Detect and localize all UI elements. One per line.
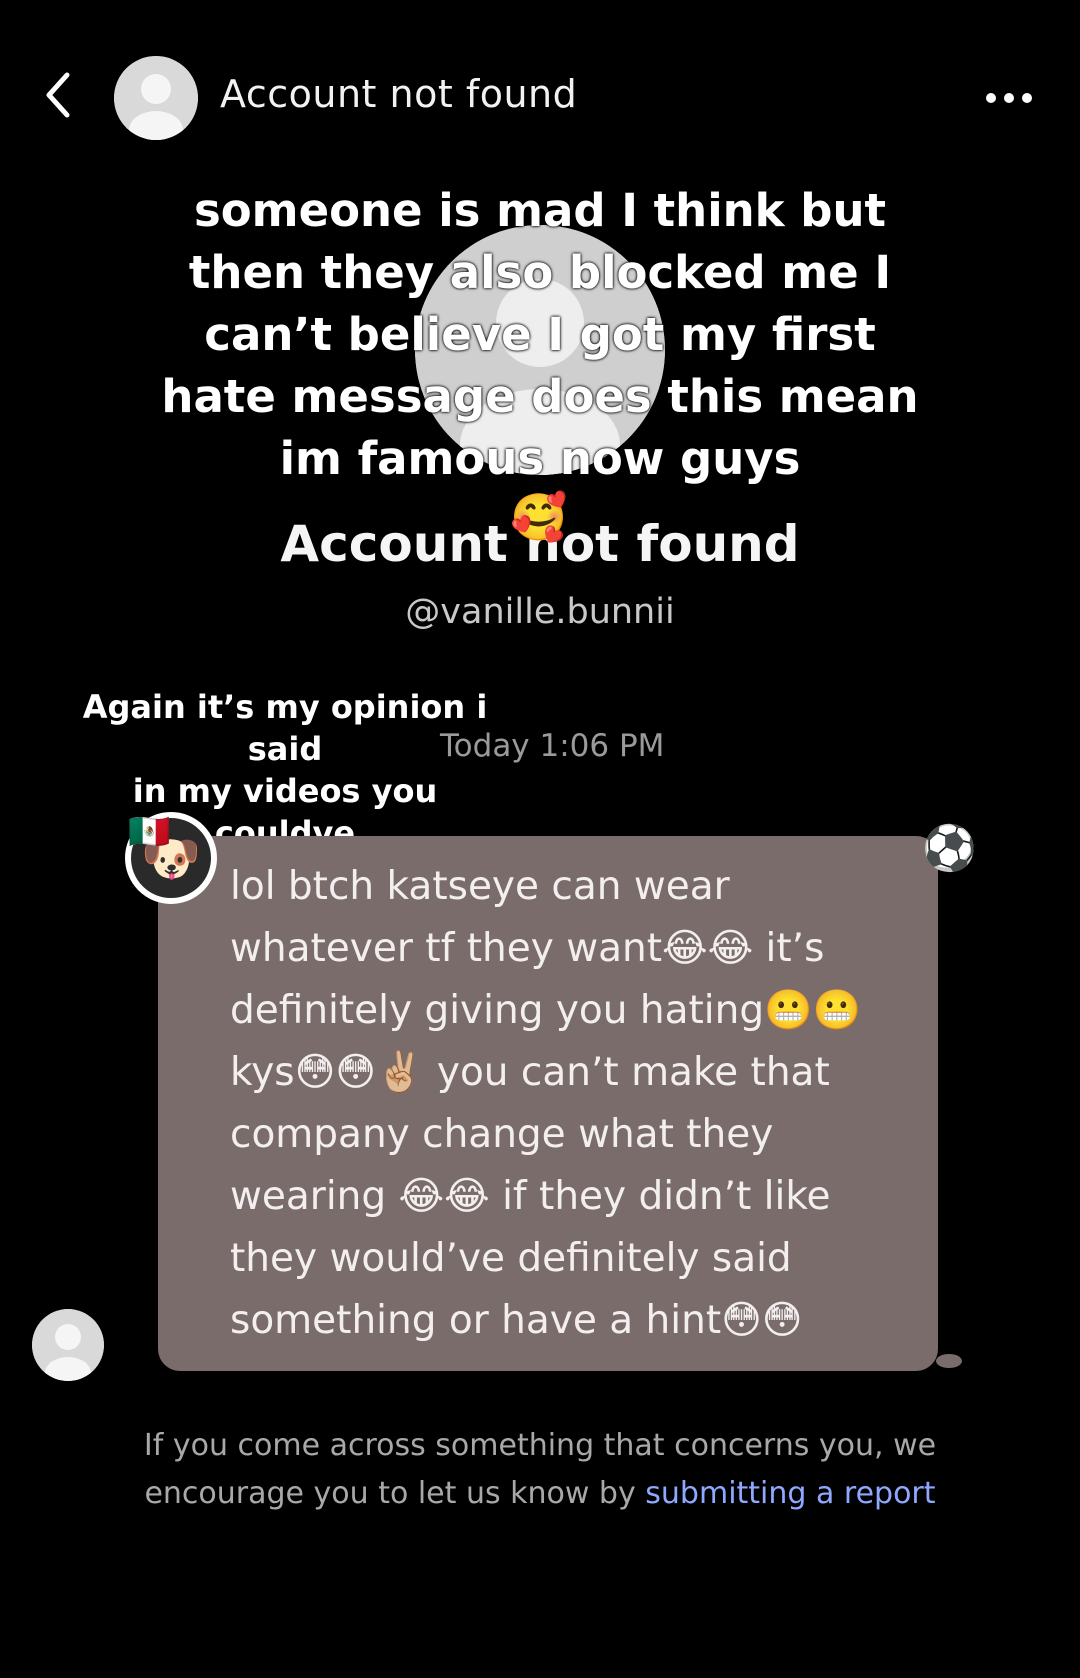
message-bubble[interactable]: lol btch katseye can wear whatever tf th… (158, 836, 938, 1371)
dot-icon (1004, 93, 1014, 103)
back-button[interactable] (38, 70, 78, 120)
safety-notice: If you come across something that concer… (120, 1422, 960, 1518)
chevron-left-icon (46, 72, 70, 118)
dot-icon (986, 93, 996, 103)
video-caption-overlay: someone is mad I think but then they als… (161, 184, 919, 485)
soccer-ball-sticker: ⚽ (922, 823, 977, 874)
default-user-icon (32, 1309, 104, 1381)
bubble-tail (936, 1354, 962, 1368)
mexico-flag-sticker: 🇲🇽 (128, 812, 171, 852)
more-options-button[interactable] (974, 78, 1044, 118)
submit-report-link[interactable]: submitting a report (645, 1476, 935, 1511)
header-avatar[interactable] (114, 56, 198, 140)
comment-line: Again it’s my opinion i said (82, 688, 488, 768)
sender-avatar[interactable] (32, 1309, 104, 1381)
default-user-icon (114, 56, 198, 140)
smiling-face-with-hearts-emoji: 🥰 (510, 490, 568, 544)
message-text: lol btch katseye can wear whatever tf th… (230, 864, 874, 1343)
header-title[interactable]: Account not found (220, 72, 577, 116)
profile-handle[interactable]: @vanille.bunnii (0, 592, 1080, 632)
dot-icon (1022, 93, 1032, 103)
